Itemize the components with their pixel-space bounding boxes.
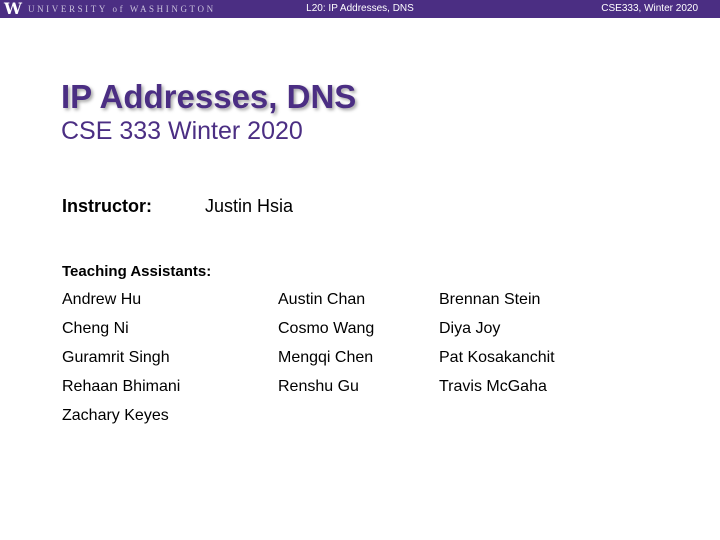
ta-name: Brennan Stein <box>439 291 541 308</box>
ta-column-2: Austin Chan Cosmo Wang Mengqi Chen Rensh… <box>278 289 374 405</box>
ta-name: Guramrit Singh <box>62 349 170 366</box>
ta-label: Teaching Assistants: <box>62 263 212 280</box>
ta-name: Rehaan Bhimani <box>62 378 181 395</box>
ta-name: Diya Joy <box>439 320 501 337</box>
instructor-name: Justin Hsia <box>205 196 294 216</box>
ta-name: Andrew Hu <box>62 291 142 308</box>
ta-name: Cheng Ni <box>62 320 129 337</box>
ta-name: Pat Kosakanchit <box>439 349 555 366</box>
instructor-label: Instructor: <box>62 196 152 216</box>
slide: W UNIVERSITY of WASHINGTON L20: IP Addre… <box>0 0 720 540</box>
ta-column-3: Brennan Stein Diya Joy Pat Kosakanchit T… <box>439 289 555 405</box>
ta-name: Austin Chan <box>278 291 366 308</box>
ta-name: Cosmo Wang <box>278 320 375 337</box>
ta-name: Mengqi Chen <box>278 349 374 366</box>
header-bar: W UNIVERSITY of WASHINGTON L20: IP Addre… <box>0 0 720 18</box>
ta-name: Renshu Gu <box>278 378 359 395</box>
ta-name: Travis McGaha <box>439 378 547 395</box>
course-term: CSE333, Winter 2020 <box>601 3 698 14</box>
slide-title: IP Addresses, DNS <box>61 78 357 115</box>
slide-subtitle: CSE 333 Winter 2020 <box>61 117 303 145</box>
ta-column-1: Andrew Hu Cheng Ni Guramrit Singh Rehaan… <box>62 289 180 434</box>
ta-name: Zachary Keyes <box>62 407 169 424</box>
